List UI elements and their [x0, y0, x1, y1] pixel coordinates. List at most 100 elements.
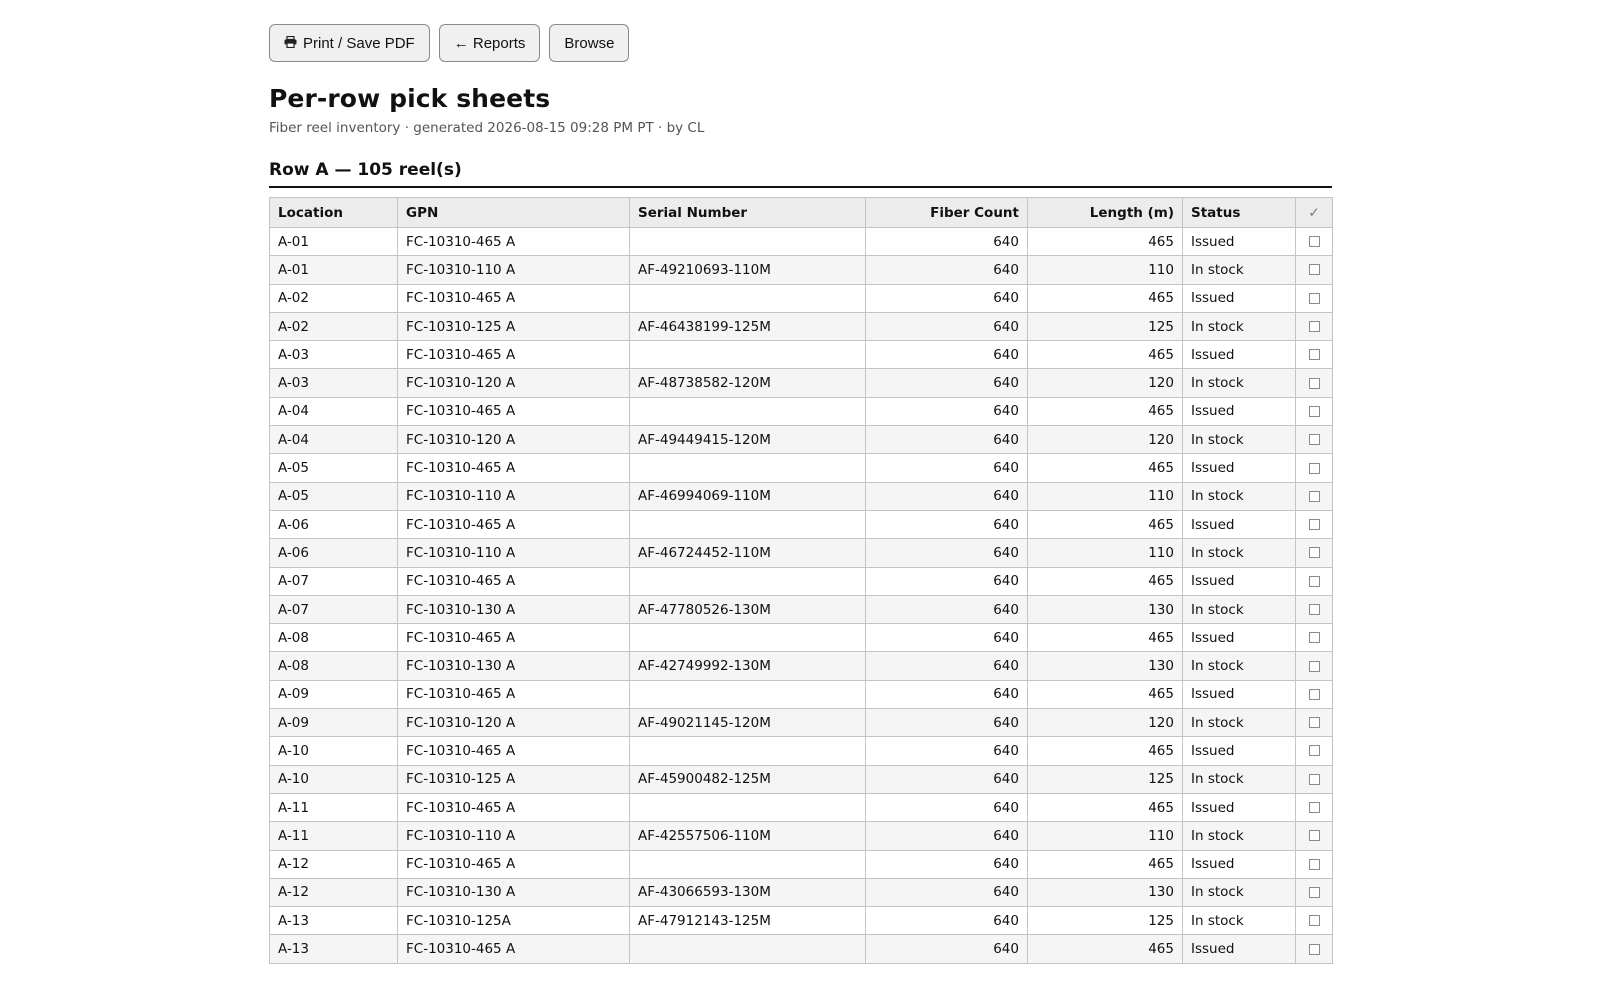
cell-length: 110 — [1027, 255, 1183, 285]
pick-checkbox[interactable] — [1308, 830, 1320, 842]
pick-checkbox-cell — [1295, 255, 1333, 285]
cell-location: A-01 — [269, 226, 398, 257]
cell-gpn: FC-10310-120 A — [397, 425, 630, 455]
cell-gpn: FC-10310-465 A — [397, 736, 630, 766]
browse-button[interactable]: Browse — [549, 24, 630, 62]
table-row: A-07 FC-10310-465 A 640 465 Issued — [269, 566, 1333, 596]
pick-checkbox[interactable] — [1308, 915, 1320, 927]
pick-checkbox[interactable] — [1308, 462, 1320, 474]
cell-length: 125 — [1027, 311, 1183, 342]
cell-serial-number — [629, 453, 866, 483]
table-row: A-01 FC-10310-465 A 640 465 Issued — [269, 226, 1333, 257]
cell-status: Issued — [1182, 736, 1296, 766]
cell-length: 465 — [1027, 509, 1183, 540]
cell-location: A-13 — [269, 906, 398, 936]
cell-status: Issued — [1182, 623, 1296, 653]
cell-location: A-10 — [269, 764, 398, 794]
pick-checkbox[interactable] — [1308, 321, 1320, 333]
cell-fiber-count: 640 — [865, 425, 1028, 455]
cell-fiber-count: 640 — [865, 623, 1028, 653]
pick-checkbox-cell — [1295, 736, 1333, 766]
cell-location: A-12 — [269, 877, 398, 908]
cell-status: In stock — [1182, 594, 1296, 625]
pick-checkbox[interactable] — [1308, 858, 1320, 870]
cell-status: In stock — [1182, 651, 1296, 681]
cell-gpn: FC-10310-465 A — [397, 623, 630, 653]
header-location: Location — [269, 197, 398, 228]
cell-status: Issued — [1182, 509, 1296, 540]
cell-serial-number: AF-43066593-130M — [629, 877, 866, 908]
pick-checkbox[interactable] — [1308, 292, 1320, 304]
cell-location: A-08 — [269, 651, 398, 681]
toolbar: Print / Save PDF ← Reports Browse — [269, 24, 1332, 64]
cell-serial-number — [629, 623, 866, 653]
cell-serial-number: AF-49449415-120M — [629, 425, 866, 455]
cell-status: Issued — [1182, 226, 1296, 257]
cell-fiber-count: 640 — [865, 481, 1028, 511]
pick-checkbox[interactable] — [1308, 886, 1320, 898]
cell-length: 465 — [1027, 623, 1183, 653]
pick-checkbox[interactable] — [1308, 547, 1320, 559]
table-row: A-12 FC-10310-130 A AF-43066593-130M 640 130… — [269, 877, 1333, 908]
cell-length: 110 — [1027, 538, 1183, 568]
cell-location: A-04 — [269, 396, 398, 427]
cell-location: A-03 — [269, 340, 398, 370]
reports-label: ← Reports — [453, 34, 526, 52]
cell-location: A-08 — [269, 623, 398, 653]
pick-checkbox[interactable] — [1308, 773, 1320, 785]
cell-serial-number — [629, 679, 866, 710]
pick-checkbox[interactable] — [1308, 802, 1320, 814]
pick-checkbox[interactable] — [1308, 745, 1320, 757]
pick-checkbox[interactable] — [1308, 349, 1320, 361]
cell-gpn: FC-10310-125A — [397, 906, 630, 936]
pick-checkbox[interactable] — [1308, 943, 1320, 955]
cell-location: A-07 — [269, 566, 398, 596]
pick-checkbox[interactable] — [1308, 434, 1320, 446]
cell-location: A-04 — [269, 425, 398, 455]
pick-checkbox[interactable] — [1308, 236, 1320, 248]
cell-fiber-count: 640 — [865, 538, 1028, 568]
cell-fiber-count: 640 — [865, 368, 1028, 398]
cell-gpn: FC-10310-130 A — [397, 877, 630, 908]
pick-checkbox-cell — [1295, 623, 1333, 653]
cell-serial-number: AF-49021145-120M — [629, 708, 866, 738]
cell-gpn: FC-10310-465 A — [397, 509, 630, 540]
pick-checkbox-cell — [1295, 481, 1333, 511]
cell-location: A-09 — [269, 679, 398, 710]
header-serial-number: Serial Number — [629, 197, 866, 228]
pick-checkbox[interactable] — [1308, 632, 1320, 644]
cell-fiber-count: 640 — [865, 594, 1028, 625]
print-save-pdf-button[interactable]: Print / Save PDF — [269, 24, 430, 62]
pick-checkbox[interactable] — [1308, 377, 1320, 389]
table-row: A-01 FC-10310-110 A AF-49210693-110M 640 110… — [269, 255, 1333, 285]
pick-checkbox-cell — [1295, 651, 1333, 681]
pick-checkbox-cell — [1295, 538, 1333, 568]
pick-checkbox[interactable] — [1308, 604, 1320, 615]
cell-serial-number: AF-46994069-110M — [629, 481, 866, 511]
table-row: A-10 FC-10310-465 A 640 465 Issued — [269, 736, 1333, 766]
table-row: A-04 FC-10310-465 A 640 465 Issued — [269, 396, 1333, 427]
table-row: A-12 FC-10310-465 A 640 465 Issued — [269, 849, 1333, 879]
cell-location: A-09 — [269, 708, 398, 738]
table-row: A-09 FC-10310-465 A 640 465 Issued — [269, 679, 1333, 710]
pick-checkbox[interactable] — [1308, 519, 1320, 531]
cell-fiber-count: 640 — [865, 792, 1028, 823]
pick-checkbox[interactable] — [1308, 405, 1320, 417]
pick-checkbox[interactable] — [1308, 264, 1320, 276]
reports-link-button[interactable]: ← Reports — [438, 24, 541, 62]
pick-checkbox-cell — [1295, 396, 1333, 427]
pick-checkbox[interactable] — [1308, 490, 1320, 502]
pick-checkbox-cell — [1295, 877, 1333, 908]
cell-serial-number — [629, 736, 866, 766]
cell-status: In stock — [1182, 708, 1296, 738]
cell-fiber-count: 640 — [865, 736, 1028, 766]
cell-length: 465 — [1027, 226, 1183, 257]
pick-checkbox[interactable] — [1308, 717, 1320, 729]
cell-gpn: FC-10310-465 A — [397, 679, 630, 710]
pick-checkbox[interactable] — [1308, 660, 1320, 672]
cell-status: Issued — [1182, 934, 1296, 964]
cell-serial-number: AF-46724452-110M — [629, 538, 866, 568]
pick-checkbox[interactable] — [1308, 575, 1320, 587]
cell-location: A-11 — [269, 792, 398, 823]
pick-checkbox[interactable] — [1308, 688, 1320, 700]
